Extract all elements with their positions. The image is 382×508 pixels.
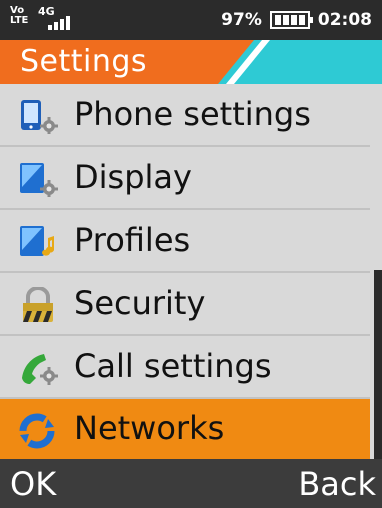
status-right: 97% 02:08 bbox=[221, 10, 372, 30]
battery-icon bbox=[269, 11, 313, 29]
menu-item-call-settings[interactable]: Call settings bbox=[0, 336, 370, 399]
menu-item-label: Phone settings bbox=[74, 95, 311, 133]
signal-bars bbox=[48, 16, 70, 30]
volte-icon: Vo LTE bbox=[10, 6, 32, 26]
networks-icon bbox=[18, 413, 60, 449]
page-title: Settings bbox=[20, 44, 148, 79]
menu-item-security[interactable]: Security bbox=[0, 273, 370, 336]
scrollbar-thumb[interactable] bbox=[374, 270, 382, 460]
settings-menu: Phone settings Display Profiles Security… bbox=[0, 84, 382, 459]
menu-item-phone-settings[interactable]: Phone settings bbox=[0, 84, 370, 147]
status-bar: Vo LTE 4G 97% 02:08 bbox=[0, 0, 382, 40]
phone-screen: Vo LTE 4G 97% 02:08 Settings Phone setti… bbox=[0, 0, 382, 508]
status-left: Vo LTE 4G bbox=[10, 5, 74, 32]
back-softkey[interactable]: Back bbox=[298, 459, 376, 508]
padlock-icon bbox=[18, 286, 60, 323]
menu-item-label: Networks bbox=[74, 409, 225, 447]
menu-item-label: Display bbox=[74, 158, 192, 196]
menu-item-label: Profiles bbox=[74, 221, 191, 259]
ok-softkey[interactable]: OK bbox=[10, 459, 56, 508]
profiles-icon bbox=[18, 224, 60, 260]
softkey-bar: OK Back bbox=[0, 459, 382, 508]
title-bar: Settings bbox=[0, 40, 382, 84]
menu-item-profiles[interactable]: Profiles bbox=[0, 210, 370, 273]
volte-line2: LTE bbox=[10, 15, 29, 26]
menu-item-label: Call settings bbox=[74, 347, 272, 385]
clock: 02:08 bbox=[317, 10, 372, 30]
title-bar-accent bbox=[218, 40, 382, 84]
menu-item-label: Security bbox=[74, 284, 206, 322]
display-icon bbox=[18, 161, 60, 198]
signal-icon: 4G bbox=[38, 5, 74, 32]
battery-percent: 97% bbox=[221, 10, 262, 30]
phone-settings-icon bbox=[18, 98, 60, 135]
call-settings-icon bbox=[18, 350, 60, 386]
menu-item-display[interactable]: Display bbox=[0, 147, 370, 210]
menu-item-networks[interactable]: Networks bbox=[0, 399, 370, 459]
